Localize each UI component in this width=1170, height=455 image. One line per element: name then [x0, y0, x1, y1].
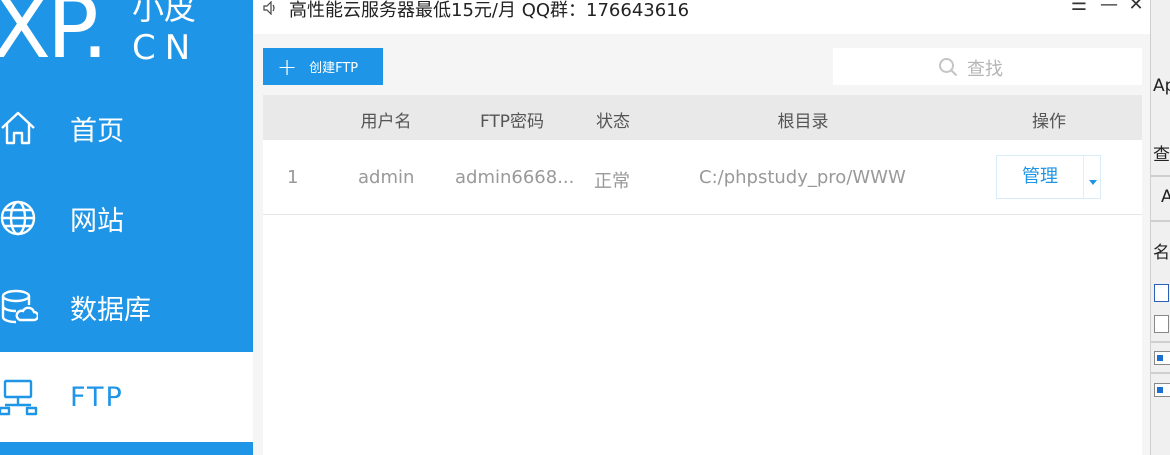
row-password: admin6668... — [455, 167, 575, 188]
column-header-action: 操作 — [1032, 112, 1066, 132]
sidebar-item-label: 网站 — [70, 205, 124, 237]
chevron-down-icon — [1089, 180, 1097, 185]
sidebar-item-label: 数据库 — [70, 294, 151, 326]
logo-cn-text: CN — [132, 28, 200, 68]
file-icon — [1154, 284, 1169, 302]
database-icon — [0, 285, 40, 329]
logo: XP. 小皮 CN — [0, 0, 253, 78]
divider — [1151, 175, 1170, 177]
logo-chinese-text: 小皮 — [132, 0, 197, 27]
edge-text-1: Ap — [1153, 76, 1170, 96]
sidebar-item-website[interactable]: 网站 — [0, 173, 253, 263]
main-panel: 高性能云服务器最低15元/月 QQ群：176643616 ☰ — ✕ + 创建F… — [253, 0, 1150, 455]
menu-button[interactable]: ☰ — [1068, 0, 1090, 16]
search-placeholder: 查找 — [967, 59, 1003, 80]
sidebar-item-label: 首页 — [70, 115, 124, 147]
divider — [1151, 220, 1170, 222]
edge-text-2: 查看 — [1153, 145, 1170, 165]
ftp-network-icon — [0, 375, 40, 419]
row-username: admin — [358, 167, 415, 188]
sidebar-item-label: FTP — [70, 381, 124, 413]
manage-button[interactable]: 管理 — [997, 156, 1083, 198]
divider — [1151, 341, 1170, 343]
sidebar-item-home[interactable]: 首页 — [0, 83, 253, 173]
table-header: 用户名 FTP密码 状态 根目录 操作 — [263, 95, 1142, 140]
list-file-icon — [1154, 351, 1170, 365]
edge-text-3: A — [1161, 187, 1170, 207]
row-root-directory: C:/phpstudy_pro/WWW — [699, 167, 906, 188]
column-header-password: FTP密码 — [479, 112, 545, 132]
ad-banner-text[interactable]: 高性能云服务器最低15元/月 QQ群：176643616 — [289, 0, 689, 22]
column-header-root: 根目录 — [777, 112, 829, 132]
table-row: 1 admin admin6668... 正常 C:/phpstudy_pro/… — [263, 140, 1142, 215]
title-bar: 高性能云服务器最低15元/月 QQ群：176643616 ☰ — ✕ — [253, 0, 1150, 34]
manage-button-group: 管理 — [996, 155, 1101, 199]
globe-icon — [0, 196, 40, 240]
search-icon — [938, 57, 958, 77]
column-header-status: 状态 — [596, 112, 630, 132]
document-icon — [1154, 315, 1169, 333]
speaker-icon — [263, 0, 277, 16]
sidebar-item-ftp[interactable]: FTP — [0, 352, 253, 442]
app-window: XP. 小皮 CN 首页 网站 数据库 FTP 高性能云服务器最低15元/月 Q… — [0, 0, 1170, 455]
minimize-button[interactable]: — — [1098, 0, 1120, 16]
create-ftp-button[interactable]: + 创建FTP — [263, 48, 383, 85]
create-ftp-label: 创建FTP — [309, 61, 359, 76]
divider — [1151, 372, 1170, 374]
sidebar-next-item-edge — [0, 442, 253, 455]
logo-main-text: XP. — [0, 0, 109, 78]
column-header-username: 用户名 — [360, 112, 412, 132]
search-input[interactable]: 查找 — [833, 48, 1142, 85]
home-icon — [0, 106, 40, 150]
ftp-table: 用户名 FTP密码 状态 根目录 操作 1 admin admin6668...… — [263, 95, 1142, 455]
background-window-edge: Ap 查看 A 名称 — [1150, 0, 1170, 455]
row-index: 1 — [287, 167, 299, 188]
list-file-icon — [1154, 383, 1170, 397]
close-button[interactable]: ✕ — [1125, 0, 1147, 16]
sidebar: XP. 小皮 CN 首页 网站 数据库 FTP — [0, 0, 253, 455]
row-status: 正常 — [594, 171, 630, 192]
manage-dropdown-toggle[interactable] — [1083, 156, 1101, 198]
plus-icon: + — [277, 52, 298, 81]
sidebar-item-database[interactable]: 数据库 — [0, 262, 253, 352]
edge-text-4: 名称 — [1153, 243, 1170, 263]
